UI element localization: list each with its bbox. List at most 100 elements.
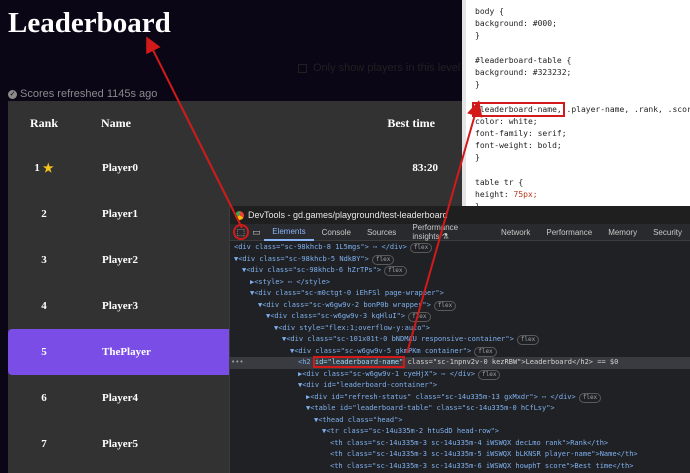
css-rule-text-close: }: [475, 153, 480, 162]
checkbox-box[interactable]: [298, 63, 307, 73]
tab-security[interactable]: Security: [645, 224, 690, 241]
dom-node-text: ▼<div class="sc-101x01t-0 bNDMAU respons…: [282, 335, 514, 343]
dom-node-text: ▼<table id="leaderboard-table" class="sc…: [306, 404, 555, 412]
dom-node-text: ▶<style> ⋯ </style>: [250, 277, 331, 286]
best-time-header: Best time: [387, 115, 435, 130]
inspect-element-icon[interactable]: ⬚: [233, 224, 249, 240]
dom-node-text: <th class="sc-14u335m-3 sc-14u335m-5 iWS…: [330, 450, 638, 458]
devtools-title: DevTools - gd.games/playground/test-lead…: [248, 210, 448, 220]
rank-cell: 4: [8, 300, 80, 312]
rank-cell: 5: [8, 346, 80, 358]
rank-cell: 6: [8, 392, 80, 404]
css-source-panel: body { background: #000; } #leaderboard-…: [462, 0, 690, 211]
dom-node[interactable]: ▼<div class="sc-101x01t-0 bNDMAU respons…: [230, 334, 690, 346]
devtools-tabs: Elements Console Sources Performance insigh…: [264, 223, 690, 241]
dom-node[interactable]: ▼<div class="sc-98khcb-6 hZrTPs"> flex: [230, 265, 690, 277]
dom-node-text: ▼<div class="sc-w6gw9v-2 bonP0b wrapper"…: [258, 300, 431, 309]
tab-memory[interactable]: Memory: [600, 224, 645, 241]
tab-sources[interactable]: Sources: [359, 224, 404, 241]
rank-value: 6: [41, 392, 47, 404]
css-rule-text-selector: #leaderboard-name, .player-name, .rank, …: [472, 102, 690, 117]
more-icon[interactable]: •••: [231, 357, 244, 369]
dom-node-text: ▼<thead class="head">: [314, 415, 403, 424]
tab-network[interactable]: Network: [493, 224, 538, 241]
name-header: Name: [101, 115, 131, 130]
dom-node-text: ▼<div class="sc-m0ctgt-0 iEhFSl page-wra…: [250, 289, 444, 297]
dom-node[interactable]: ▶<div id="refresh-status" class="sc-14u3…: [230, 392, 690, 404]
dom-node[interactable]: ▼<div id="leaderboard-container">: [230, 380, 690, 392]
css-rule-text-prop-color: color: white;: [475, 117, 538, 126]
chrome-logo-icon: [235, 210, 244, 220]
dom-node-text: ▼<div class="sc-98khcb-5 NdkBY">: [234, 254, 369, 263]
check-circle-icon: ✓: [8, 89, 17, 99]
dom-node[interactable]: <th class="sc-14u335m-3 sc-14u335m-4 iWS…: [230, 438, 690, 450]
rank-cell: 2: [8, 208, 80, 220]
flex-badge[interactable]: flex: [478, 369, 501, 380]
rank-header: Rank: [29, 115, 58, 130]
devtools-tabbar: ⬚ ▭ Elements Console Sources Performance in…: [230, 223, 690, 241]
highlighted-id-attribute: id="leaderboard-name": [312, 356, 406, 368]
css-rule-text-prop-font: font-family: serif;: [475, 129, 567, 138]
dom-node-text: ▼<div style="flex:1;overflow-y:auto">: [274, 323, 430, 332]
rank-value: 5: [41, 346, 47, 358]
dom-node-text: ▼<div class="sc-98khcb-6 hZrTPs">: [242, 266, 382, 274]
dom-node[interactable]: ▶<style> ⋯ </style>: [230, 277, 690, 289]
star-icon: ★: [42, 160, 54, 175]
dom-node[interactable]: <th class="sc-14u335m-3 sc-14u335m-6 iWS…: [230, 461, 690, 473]
dom-node[interactable]: ▼<div style="flex:1;overflow-y:auto">: [230, 323, 690, 335]
css-rule-table-selector: #leaderboard-table {: [475, 56, 572, 65]
highlighted-selector: #leaderboard-name,: [472, 102, 565, 117]
h2-rest: class="sc-1npnv2v-0 kezRBW">Leaderboard<…: [403, 358, 619, 366]
css-rule-tr-selector: table tr {: [475, 178, 524, 187]
dom-node[interactable]: ▼<thead class="head">: [230, 415, 690, 427]
dom-node-text: <div class="sc-98khcb-8 1L5mgs"> ⋯ </div…: [234, 243, 407, 251]
rank-value: 4: [41, 300, 47, 312]
tab-performance[interactable]: Performance insights ⚗: [404, 223, 493, 241]
dom-node[interactable]: ▼<div class="sc-w6gw9v-3 kqHluI"> flex: [230, 311, 690, 323]
checkbox-label: Only show players in this level: [313, 62, 461, 74]
rank-cell: 7: [8, 438, 80, 450]
tab-performance[interactable]: Performance: [538, 224, 600, 241]
css-rule-body-close: }: [475, 31, 480, 40]
dom-node[interactable]: <div class="sc-98khcb-8 1L5mgs"> ⋯ </div…: [230, 242, 690, 254]
css-rule-text-prop-weight: font-weight: bold;: [475, 141, 562, 150]
rank-value: 3: [41, 254, 47, 266]
flex-badge[interactable]: flex: [409, 243, 433, 253]
tab-elements[interactable]: Elements: [264, 224, 314, 241]
css-rule-body-prop: background: #000;: [475, 19, 557, 28]
dom-node[interactable]: ▼<div class="sc-w6gw9v-2 bonP0b wrapper"…: [230, 300, 690, 312]
level-filter-checkbox[interactable]: Only show players in this level: [298, 62, 460, 74]
table-header-row: Rank Name Best time: [8, 101, 462, 145]
dom-node[interactable]: ▼<div class="sc-w6gw9v-5 gkmPKm containe…: [230, 346, 690, 358]
devtools-titlebar: DevTools - gd.games/playground/test-lead…: [230, 206, 690, 224]
dom-node-text: ▼<div id="leaderboard-container">: [298, 381, 438, 389]
table-row: 1 ★ Player0 83:20: [8, 145, 462, 191]
device-toolbar-icon[interactable]: ▭: [249, 224, 265, 241]
h2-open-tag: <h2: [298, 358, 315, 366]
flex-badge[interactable]: flex: [384, 266, 407, 276]
flex-badge[interactable]: flex: [433, 300, 457, 311]
tab-console[interactable]: Console: [314, 224, 359, 241]
dom-node-text: ▶<div id="refresh-status" class="sc-14u3…: [306, 392, 576, 401]
rank-value: 7: [41, 438, 47, 450]
flex-badge[interactable]: flex: [578, 392, 602, 403]
page-title: Leaderboard: [8, 7, 171, 39]
dom-node-text: ▼<div class="sc-w6gw9v-3 kqHluI">: [266, 312, 406, 320]
dom-node-text: ▼<div class="sc-w6gw9v-5 gkmPKm containe…: [290, 346, 472, 355]
flex-badge[interactable]: flex: [516, 335, 540, 345]
dom-node-text: <th class="sc-14u335m-3 sc-14u335m-6 iWS…: [330, 461, 634, 470]
flex-badge[interactable]: flex: [371, 254, 395, 265]
rank-value: 2: [41, 208, 47, 220]
dom-node-selected[interactable]: ••• <h2 id="leaderboard-name" class="sc-1…: [230, 356, 690, 369]
dom-node[interactable]: ▶<div class="sc-w6gw9v-1 cyeHjX"> ⋯ </di…: [230, 369, 690, 381]
flex-badge[interactable]: flex: [408, 312, 431, 322]
dom-node[interactable]: <th class="sc-14u335m-3 sc-14u335m-5 iWS…: [230, 449, 690, 461]
rank-value: 1: [34, 162, 40, 174]
css-rule-body-selector: body {: [475, 7, 504, 16]
flex-badge[interactable]: flex: [474, 346, 497, 357]
dom-node[interactable]: ▼<div class="sc-98khcb-5 NdkBY"> flex: [230, 254, 690, 266]
dom-node[interactable]: ▼<div class="sc-m0ctgt-0 iEhFSl page-wra…: [230, 288, 690, 300]
css-rule-tr-prop: height: 75px;: [475, 190, 538, 199]
dom-node[interactable]: ▼<table id="leaderboard-table" class="sc…: [230, 403, 690, 415]
dom-node[interactable]: ▼<tr class="sc-14u335m-2 htuSdD head-row…: [230, 426, 690, 438]
